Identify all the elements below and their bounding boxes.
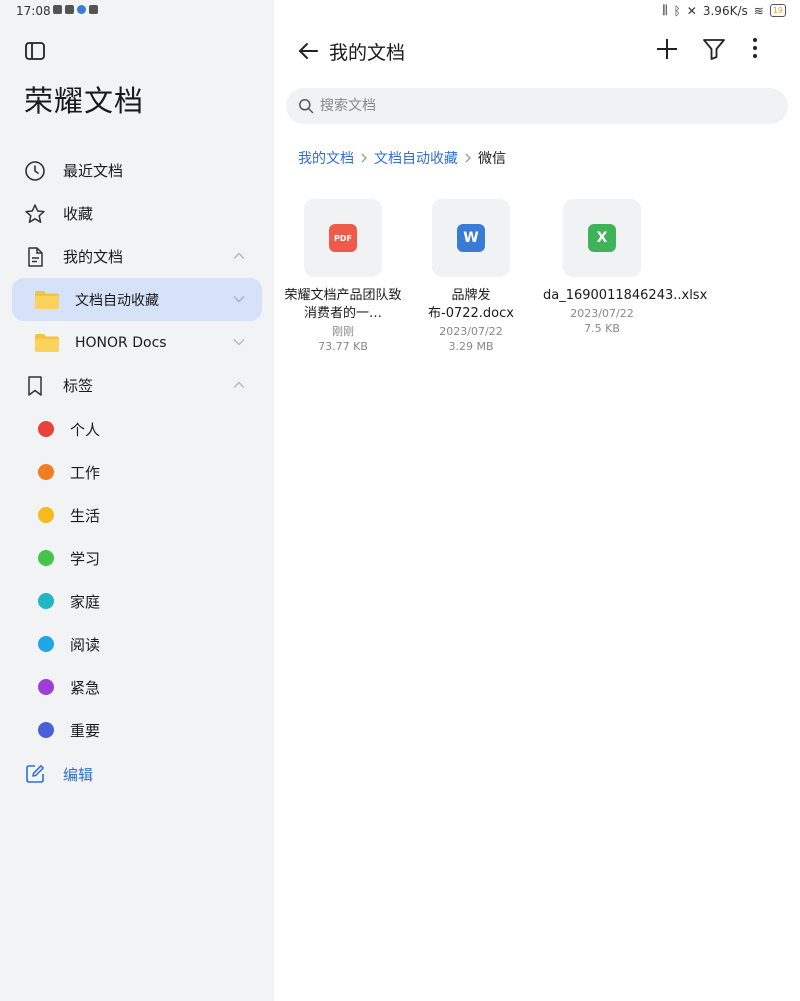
mail-icon <box>65 5 74 14</box>
file-thumbnail: X <box>563 199 641 277</box>
tag-color-dot <box>38 464 54 480</box>
chevron-right-icon <box>361 153 367 163</box>
sidebar-item-label: 最近文档 <box>63 162 124 180</box>
tag-label: 生活 <box>70 507 101 525</box>
tag-label: 家庭 <box>70 593 101 611</box>
pdf-file-icon: PDF <box>329 224 357 252</box>
sidebar-item-label: 标签 <box>63 377 94 395</box>
tag-label: 工作 <box>70 464 101 482</box>
sidebar-toggle-icon[interactable] <box>24 40 46 62</box>
tag-color-dot <box>38 507 54 523</box>
page-title: 我的文档 <box>329 42 406 64</box>
filter-icon[interactable] <box>701 36 727 62</box>
word-file-icon: W <box>457 224 485 252</box>
search-bar[interactable] <box>286 88 788 124</box>
chevron-up-icon[interactable] <box>232 249 246 263</box>
tag-label: 个人 <box>70 421 101 439</box>
tag-item-life[interactable]: 生活 <box>12 493 262 536</box>
file-date: 2023/07/22 <box>439 325 503 338</box>
folder-icon <box>35 291 59 309</box>
file-thumbnail: PDF <box>304 199 382 277</box>
wifi-icon: ≋ <box>753 3 764 18</box>
sidebar-item-favorites[interactable]: 收藏 <box>12 192 262 235</box>
tag-label: 紧急 <box>70 679 101 697</box>
file-size: 3.29 MB <box>448 340 494 353</box>
tag-label: 重要 <box>70 722 101 740</box>
tag-label: 学习 <box>70 550 101 568</box>
edit-icon <box>26 765 44 783</box>
search-icon <box>299 99 314 114</box>
tag-color-dot <box>38 679 54 695</box>
tag-item-personal[interactable]: 个人 <box>12 407 262 450</box>
status-notification-icons <box>53 5 98 14</box>
sidebar-folder-label: HONOR Docs <box>75 334 167 351</box>
sidebar-item-tags[interactable]: 标签 <box>12 364 262 407</box>
excel-file-icon: X <box>588 224 616 252</box>
more-options-icon[interactable] <box>742 36 768 62</box>
breadcrumb-item-auto-favorites[interactable]: 文档自动收藏 <box>374 148 458 168</box>
network-speed: 3.96K/s <box>702 3 748 18</box>
sidebar: 17:08 荣耀文档 最近文档 收藏 我的文档 文档自动收藏 HONOR Doc… <box>0 0 274 1001</box>
file-card-pdf[interactable]: PDF 荣耀文档产品团队致消费者的一… 刚刚 73.77 KB <box>279 199 407 354</box>
sidebar-item-my-documents[interactable]: 我的文档 <box>12 235 262 278</box>
vibrate-icon: ⫼ <box>662 3 668 17</box>
search-input[interactable] <box>320 88 760 124</box>
star-icon <box>25 204 45 223</box>
back-arrow-icon[interactable] <box>296 39 320 63</box>
tag-item-work[interactable]: 工作 <box>12 450 262 493</box>
file-thumbnail: W <box>432 199 510 277</box>
tag-item-important[interactable]: 重要 <box>12 708 262 751</box>
tag-label: 阅读 <box>70 636 101 654</box>
sidebar-item-label: 收藏 <box>63 205 94 223</box>
file-size: 73.77 KB <box>318 340 368 353</box>
sidebar-folder-label: 文档自动收藏 <box>75 292 159 309</box>
tag-color-dot <box>38 636 54 652</box>
tag-color-dot <box>38 722 54 738</box>
bookmark-icon <box>28 376 42 396</box>
bluetooth-icon: ᛒ <box>673 3 681 18</box>
document-icon <box>28 247 43 267</box>
sidebar-folder-honor-docs[interactable]: HONOR Docs <box>12 321 262 364</box>
file-card-docx[interactable]: W 品牌发布-0722.docx 2023/07/22 3.29 MB <box>407 199 535 354</box>
tag-item-reading[interactable]: 阅读 <box>12 622 262 665</box>
sidebar-item-label: 我的文档 <box>63 248 124 266</box>
file-name: 荣耀文档产品团队致消费者的一… <box>284 288 402 321</box>
file-date: 2023/07/22 <box>570 307 634 320</box>
mute-icon: ✕ <box>686 3 697 18</box>
edit-label: 编辑 <box>63 766 94 784</box>
chevron-down-icon[interactable] <box>232 292 246 306</box>
sidebar-folder-auto-favorites[interactable]: 文档自动收藏 <box>12 278 262 321</box>
add-icon[interactable] <box>654 36 680 62</box>
file-name: da_1690011846243..xlsx <box>543 288 708 303</box>
sidebar-item-recent[interactable]: 最近文档 <box>12 149 262 192</box>
chevron-down-icon[interactable] <box>232 335 246 349</box>
folder-icon <box>35 334 59 352</box>
status-bar-right: ⫼ ᛒ ✕ 3.96K/s ≋ 19 <box>662 3 786 18</box>
tag-item-family[interactable]: 家庭 <box>12 579 262 622</box>
file-name: 品牌发布-0722.docx <box>428 288 514 321</box>
message-icon <box>53 5 62 14</box>
chevron-right-icon <box>465 153 471 163</box>
app-title: 荣耀文档 <box>24 84 145 118</box>
file-card-xlsx[interactable]: X da_1690011846243..xlsx 2023/07/22 7.5 … <box>538 199 708 336</box>
edit-tags-button[interactable]: 编辑 <box>12 752 262 795</box>
breadcrumb: 我的文档 文档自动收藏 微信 <box>298 148 506 168</box>
file-size: 7.5 KB <box>584 322 620 335</box>
breadcrumb-item-my-documents[interactable]: 我的文档 <box>298 148 354 168</box>
notification-icon <box>89 5 98 14</box>
file-date: 刚刚 <box>332 325 354 338</box>
tag-color-dot <box>38 550 54 566</box>
status-time: 17:08 <box>16 4 51 18</box>
tag-item-urgent[interactable]: 紧急 <box>12 665 262 708</box>
clock-icon <box>25 161 45 181</box>
tag-color-dot <box>38 421 54 437</box>
chevron-up-icon[interactable] <box>232 378 246 392</box>
tag-color-dot <box>38 593 54 609</box>
battery-icon: 19 <box>769 4 786 17</box>
breadcrumb-item-wechat: 微信 <box>478 151 506 167</box>
main-panel: ⫼ ᛒ ✕ 3.96K/s ≋ 19 我的文档 我的文档 文档自动收藏 <box>274 0 800 1001</box>
app-notification-icon <box>77 5 86 14</box>
tag-item-study[interactable]: 学习 <box>12 536 262 579</box>
